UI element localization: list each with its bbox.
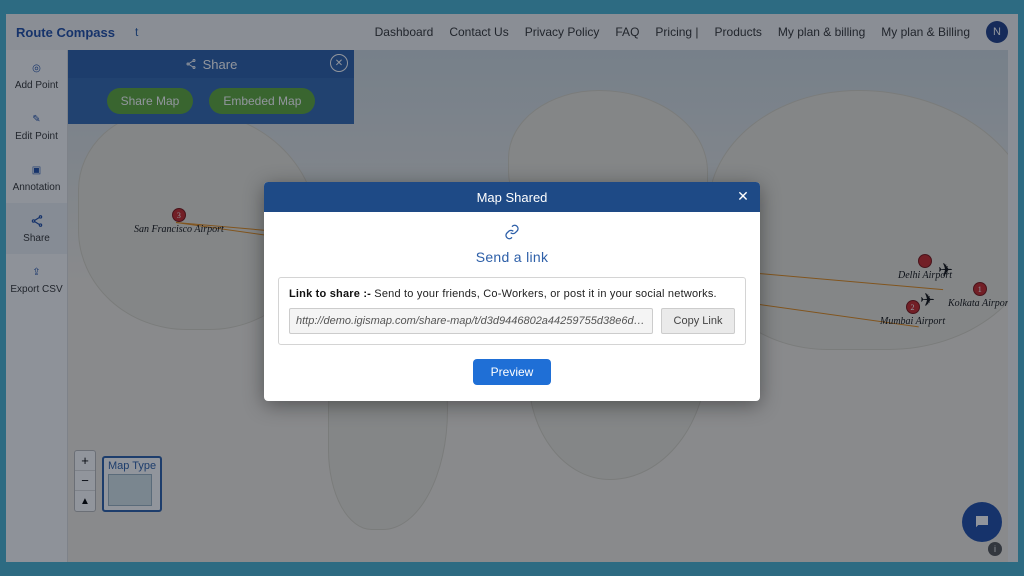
map-shared-modal: Map Shared ✕ Send a link Link to share :… [264,182,760,401]
link-box: Link to share :- Send to your friends, C… [278,277,746,345]
link-label: Link to share :- Send to your friends, C… [289,288,735,300]
link-label-bold: Link to share :- [289,288,371,300]
link-label-rest: Send to your friends, Co-Workers, or pos… [371,288,717,300]
modal-title: Map Shared [477,190,548,205]
copy-link-button[interactable]: Copy Link [661,308,735,334]
preview-button[interactable]: Preview [473,359,552,385]
share-url-input[interactable]: http://demo.igismap.com/share-map/t/d3d9… [289,308,653,334]
link-icon [278,224,746,243]
close-icon[interactable]: ✕ [734,187,752,205]
modal-header: Map Shared ✕ [264,182,760,212]
send-link-title: Send a link [278,249,746,265]
